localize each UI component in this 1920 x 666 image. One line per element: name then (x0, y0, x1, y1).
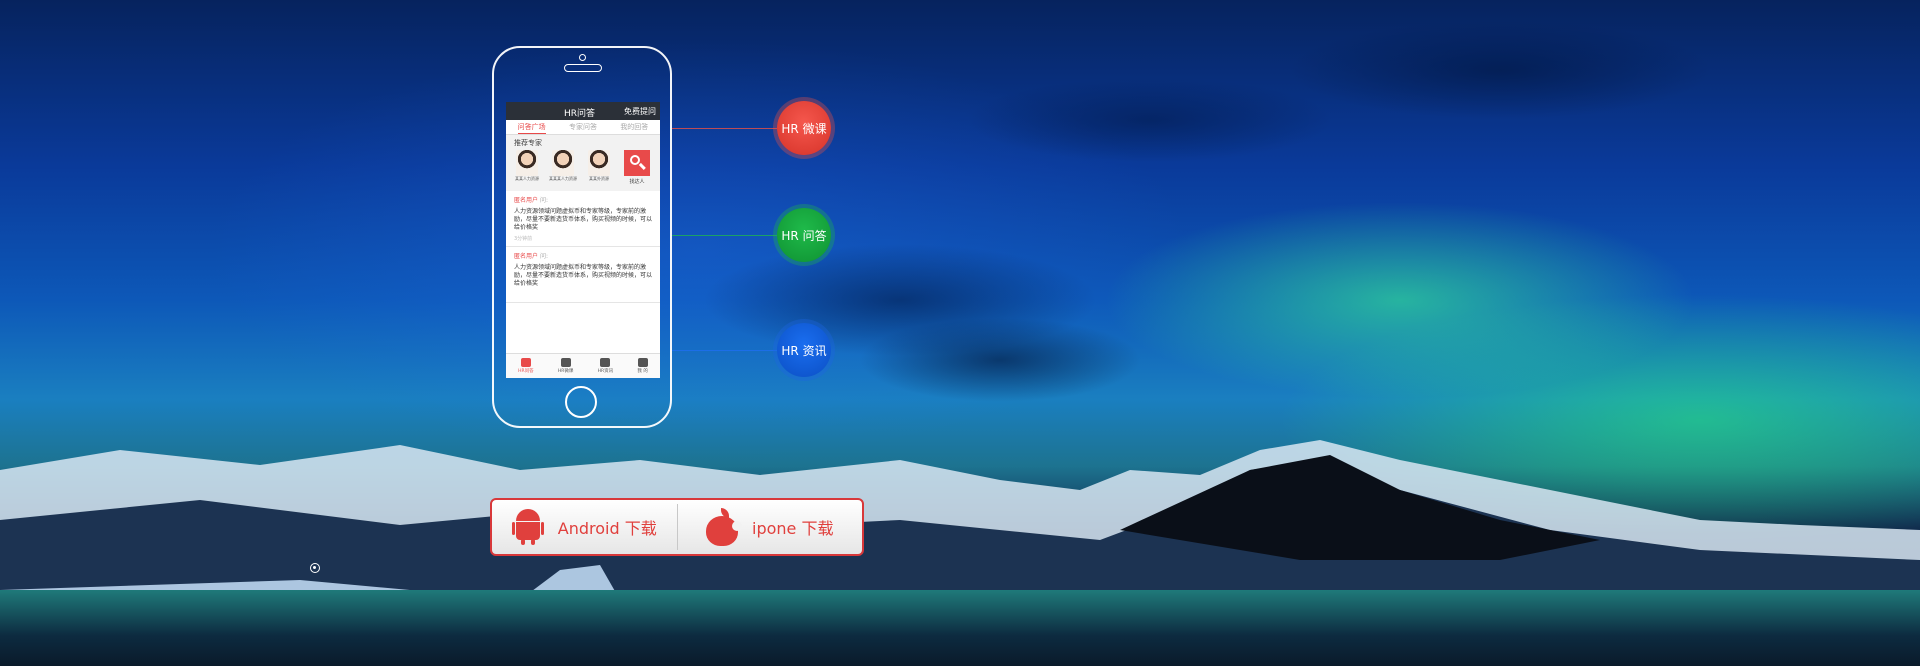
hr-zixun-bubble[interactable]: HR 资讯 (777, 323, 831, 377)
expert-card[interactable]: 某某外资源 (584, 150, 614, 182)
post-user: 匿名用户 (514, 197, 539, 204)
board-icon (560, 358, 571, 367)
connector-line (672, 128, 777, 129)
person-icon (520, 358, 531, 367)
android-icon (511, 509, 544, 545)
download-bar: Android 下载 ipone 下载 (490, 498, 864, 556)
expert-section: 推荐专家 某某人力资源 某某某人力资源 某某外资源 找达人 (506, 135, 660, 191)
app-header-title: HR问答 (564, 109, 596, 119)
post-action: 问: (539, 197, 548, 204)
nav-item-wenda[interactable]: HR问答 (518, 358, 534, 374)
hr-wenda-bubble[interactable]: HR 问答 (777, 208, 831, 262)
post-content: 人力资源领域问题虚拟币和专家等级，专家前的激励，尽量不要新造货币体系，购买视频的… (514, 208, 653, 231)
expert-card[interactable]: 某某某人力资源 (548, 150, 578, 182)
app-tabs: 问答广场 专家问答 我的回答 (506, 120, 660, 135)
nav-label: HR问答 (518, 369, 534, 374)
post-user: 匿名用户 (514, 253, 539, 260)
bottom-nav: HR问答 HR微课 HR资讯 我 的 (506, 353, 660, 378)
search-label: 找达人 (629, 179, 645, 185)
phone-camera (579, 54, 586, 61)
connector-line (672, 350, 777, 351)
cloud-layer (0, 0, 1920, 480)
ios-download-label: ipone 下载 (752, 519, 834, 538)
user-icon (637, 358, 648, 367)
hr-weike-bubble[interactable]: HR 微课 (777, 101, 831, 155)
list-item[interactable]: 匿名用户 问: 人力资源领域问题虚拟币和专家等级，专家前的激励，尽量不要新造货币… (506, 247, 660, 303)
search-icon[interactable] (624, 150, 650, 176)
apple-icon (706, 508, 743, 546)
mouse-cursor (310, 563, 320, 573)
connector-line (672, 235, 777, 236)
list-item[interactable]: 匿名用户 问: 人力资源领域问题虚拟币和专家等级，专家前的激励，尽量不要新造货币… (506, 191, 660, 247)
avatar (516, 150, 538, 176)
app-header: HR问答 免费提问 (506, 102, 660, 120)
expert-name: 某某某人力资源 (549, 176, 577, 181)
avatar (588, 150, 610, 176)
lagoon-water (0, 590, 1920, 666)
nav-item-zixun[interactable]: HR资讯 (597, 358, 614, 374)
nav-label: HR资讯 (597, 369, 614, 374)
android-download-button[interactable]: Android 下载 (492, 500, 677, 554)
flag-icon (600, 358, 611, 367)
nav-label: HR微课 (557, 369, 574, 374)
nav-item-weike[interactable]: HR微课 (557, 358, 574, 374)
nav-item-me[interactable]: 我 的 (637, 358, 648, 374)
expert-card[interactable]: 某某人力资源 (512, 150, 542, 182)
post-meta: 3分钟前 (514, 236, 533, 242)
android-download-label: Android 下载 (557, 519, 657, 538)
phone-screen: HR问答 免费提问 问答广场 专家问答 我的回答 推荐专家 某某人力资源 某某某… (506, 102, 660, 378)
tab-my-answers[interactable]: 我的回答 (620, 120, 648, 134)
tab-square[interactable]: 问答广场 (517, 120, 546, 134)
post-content: 人力资源领域问题虚拟币和专家等级，专家前的激励，尽量不要新造货币体系，购买视频的… (514, 264, 653, 287)
nav-label: 我 的 (637, 369, 648, 374)
tab-expert[interactable]: 专家问答 (569, 120, 597, 134)
experts-label: 推荐专家 (514, 139, 542, 147)
phone-speaker (564, 64, 602, 72)
expert-name: 某某人力资源 (515, 176, 539, 181)
expert-name: 某某外资源 (589, 176, 609, 181)
free-ask-button[interactable]: 免费提问 (624, 106, 656, 117)
post-action: 问: (539, 253, 548, 260)
phone-mockup: HR问答 免费提问 问答广场 专家问答 我的回答 推荐专家 某某人力资源 某某某… (492, 46, 672, 428)
ios-download-button[interactable]: ipone 下载 (678, 500, 863, 554)
avatar (552, 150, 574, 176)
home-button (565, 386, 597, 418)
